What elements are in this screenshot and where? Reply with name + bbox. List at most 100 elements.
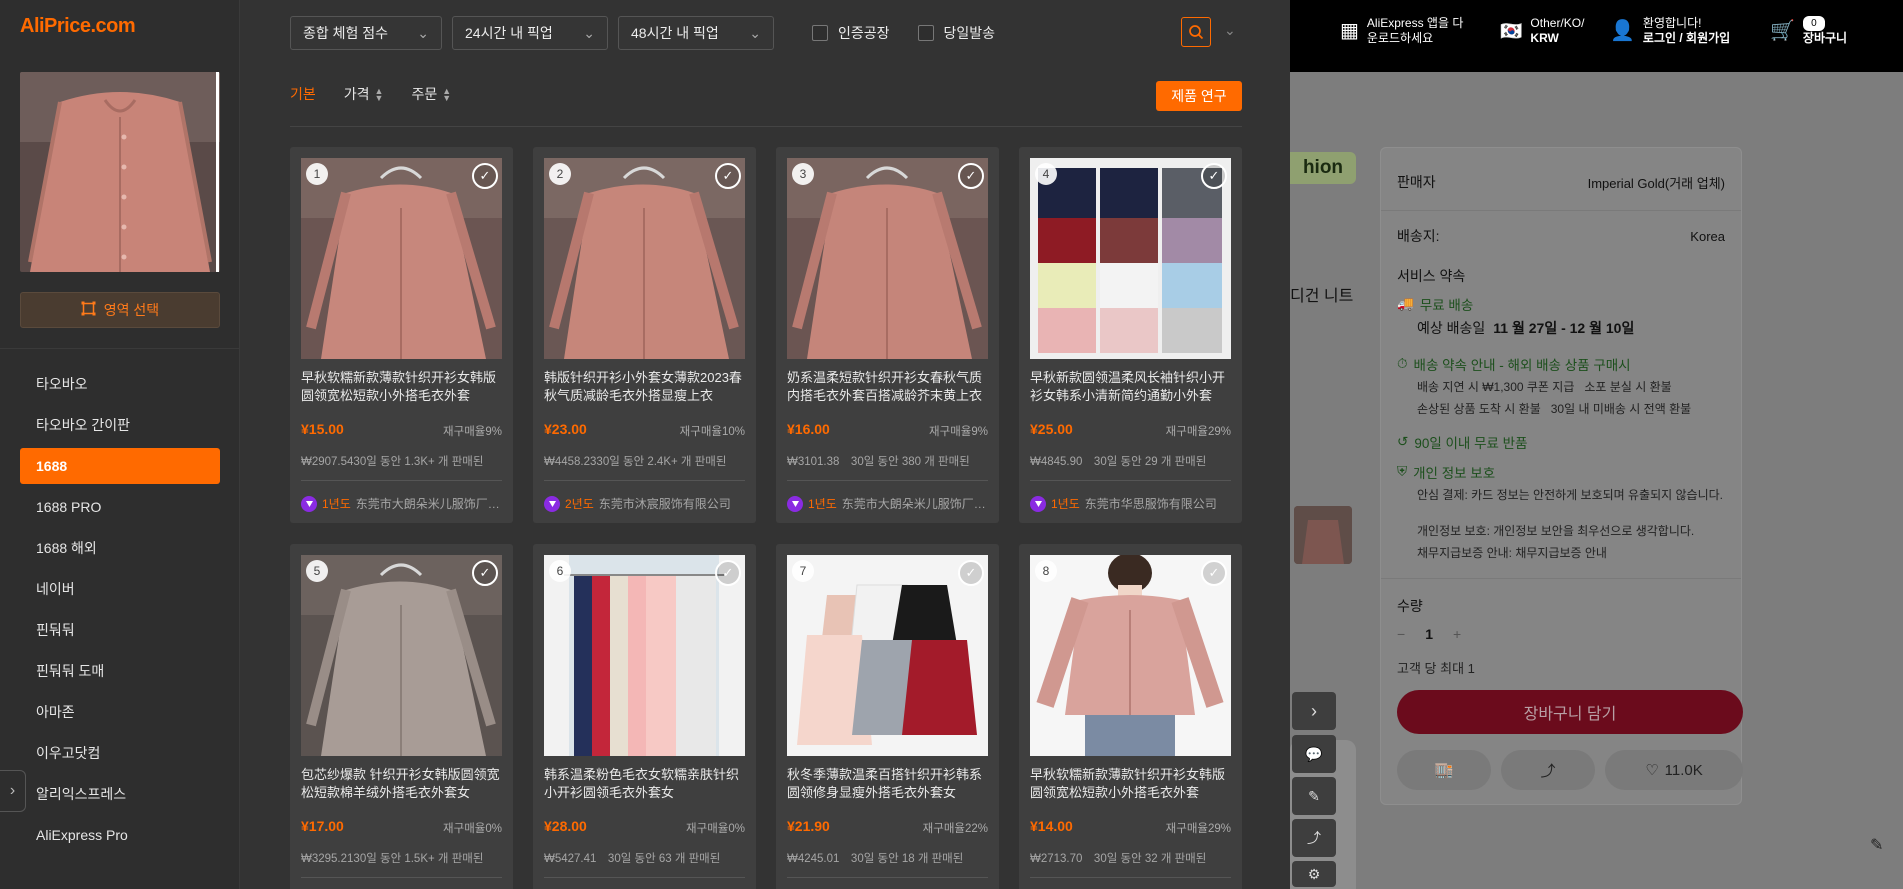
side-settings-button[interactable]: ⚙ [1292, 861, 1336, 887]
sales-info: ₩2907.5430일 동안 1.3K+ 개 판매된 [301, 456, 484, 468]
product-card[interactable]: 1 ✓ 早秋软糯新款薄款针织开衫女韩版圆领宽松短款小外搭毛衣外套 ¥15.00 … [290, 147, 513, 523]
qty-plus[interactable]: + [1453, 626, 1461, 642]
sidebar-item-1688-overseas[interactable]: 1688 해외 [20, 530, 220, 566]
shop-info[interactable]: 1년도 东莞市大朗朵米儿服饰厂（个体工商户） [787, 495, 988, 512]
side-share-button[interactable]: ⤴ [1292, 819, 1336, 857]
product-title[interactable]: 韩系温柔粉色毛衣女软糯亲肤针织小开衫圆领毛衣外套女 [544, 766, 745, 802]
seller-value[interactable]: Imperial Gold(거래 업체) [1588, 173, 1725, 192]
certified-factory-checkbox[interactable]: 인증공장 [812, 23, 890, 43]
product-price: ¥25.00 [1030, 421, 1073, 437]
sidebar-item-pinduoduo[interactable]: 핀둬둬 [20, 612, 220, 648]
sidebar-expand-tab[interactable]: › [0, 770, 26, 812]
select-check-icon[interactable]: ✓ [715, 560, 741, 586]
sidebar-item-aliexpress-pro[interactable]: AliExpress Pro [20, 817, 220, 853]
product-card[interactable]: 3 ✓ 奶系温柔短款针织开衫女春秋气质内搭毛衣外套百搭减龄芥末黄上衣 ¥16.0… [776, 147, 999, 523]
search-results-panel: 종합 체험 점수 ⌄ 24시간 내 픽업 ⌄ 48시간 내 픽업 ⌄ 인증공장 당일발… [240, 0, 1290, 889]
product-card[interactable]: 8 ✓ 早秋软糯新款薄款针织开衫女韩版圆领宽松短款小外搭毛衣外套 ¥14.00 … [1019, 544, 1242, 889]
select-check-icon[interactable]: ✓ [715, 163, 741, 189]
filter-expand-chevron-icon[interactable]: ⌄ [1224, 22, 1236, 39]
side-edit-button[interactable]: ✎ [1292, 777, 1336, 815]
shop-info[interactable]: 1년도 东莞市大朗朵米儿服饰厂（个体工商户） [301, 495, 502, 512]
product-research-button[interactable]: 제품 연구 [1156, 81, 1242, 111]
sort-tab-order[interactable]: 주문 ▲ ▼ [411, 84, 451, 104]
sidebar-item-aliexpress[interactable]: 알리익스프레스 [20, 776, 220, 812]
qty-minus[interactable]: − [1397, 626, 1405, 642]
sidebar-item-pinduoduo-wholesale[interactable]: 핀둬둬 도매 [20, 653, 220, 689]
crop-icon [81, 301, 96, 319]
search-button[interactable] [1181, 17, 1211, 47]
checkbox-box[interactable] [917, 25, 934, 41]
product-price: ¥17.00 [301, 818, 344, 834]
sidebar-item-taobao[interactable]: 타오바오 [20, 366, 220, 402]
product-image[interactable] [301, 555, 502, 756]
product-image[interactable] [1030, 158, 1231, 359]
sidebar-item-label: 1688 [36, 458, 68, 474]
side-chat-button[interactable]: 💬 [1292, 735, 1336, 773]
select-check-icon[interactable]: ✓ [958, 163, 984, 189]
sidebar-item-naver[interactable]: 네이버 [20, 571, 220, 607]
product-title[interactable]: 早秋软糯新款薄款针织开衫女韩版圆领宽松短款小外搭毛衣外套 [1030, 766, 1231, 802]
login-link[interactable]: 로그인 / 회원가입 [1643, 31, 1730, 46]
product-card[interactable]: 4 ✓ 早秋新款圆领温柔风长袖针织小开衫女韩系小清新简约通勤小外套 ¥25.00… [1019, 147, 1242, 523]
sort-tab-price[interactable]: 가격 ▲ ▼ [344, 84, 384, 104]
select-check-icon[interactable]: ✓ [958, 560, 984, 586]
side-next-button[interactable]: › [1292, 692, 1336, 730]
product-card[interactable]: 2 ✓ 韩版针织开衫小外套女薄款2023春秋气质减龄毛衣外搭显瘦上衣 ¥23.0… [533, 147, 756, 523]
region-text: Other/KO/ [1530, 16, 1585, 30]
aliprice-logo[interactable]: AliPrice.com [20, 15, 136, 38]
shop-info[interactable]: 2년도 东莞市沐宸服饰有限公司 [544, 495, 745, 512]
qty-value[interactable]: 1 [1425, 626, 1433, 642]
sort-score-select[interactable]: 종합 체험 점수 ⌄ [290, 16, 442, 50]
user-icon: 👤 [1610, 19, 1635, 42]
product-title[interactable]: 早秋新款圆领温柔风长袖针织小开衫女韩系小清新简约通勤小外套 [1030, 369, 1231, 405]
product-image[interactable] [544, 555, 745, 756]
pickup-24h-select[interactable]: 24시간 내 픽업 ⌄ [452, 16, 608, 50]
sidebar-item-1688-pro[interactable]: 1688 PRO [20, 489, 220, 525]
product-image[interactable] [1030, 555, 1231, 756]
region-select-label: 영역 선택 [103, 302, 160, 318]
product-card[interactable]: 7 ✓ 秋冬季薄款温柔百搭针织开衫韩系圆领修身显瘦外搭毛衣外套女 ¥21.90 … [776, 544, 999, 889]
add-to-cart-button[interactable]: 장바구니 담기 [1397, 690, 1743, 734]
product-title[interactable]: 韩版针织开衫小外套女薄款2023春秋气质减龄毛衣外搭显瘦上衣 [544, 369, 745, 405]
sidebar-item-label: AliExpress Pro [36, 827, 128, 843]
product-title[interactable]: 早秋软糯新款薄款针织开衫女韩版圆领宽松短款小外搭毛衣外套 [301, 369, 502, 405]
product-image[interactable] [544, 158, 745, 359]
sidebar-item-amazon[interactable]: 아마존 [20, 694, 220, 730]
store-button[interactable]: 🏬 [1397, 750, 1491, 790]
sidebar-item-taobao-lite[interactable]: 타오바오 간이판 [20, 407, 220, 443]
product-image[interactable] [787, 555, 988, 756]
region-select-button[interactable]: 영역 선택 [20, 292, 220, 328]
ship-to-value[interactable]: Korea [1690, 229, 1725, 244]
select-check-icon[interactable]: ✓ [1201, 560, 1227, 586]
result-rank: 5 [306, 560, 328, 582]
app-download[interactable]: ▦ AliExpress 앱을 다운로드하세요 [1340, 16, 1472, 46]
pickup-48h-select[interactable]: 48시간 내 픽업 ⌄ [618, 16, 774, 50]
product-title[interactable]: 包芯纱爆款 针织开衫女韩版圆领宽松短款棉羊绒外搭毛衣外套女 [301, 766, 502, 802]
product-image[interactable] [787, 158, 988, 359]
background-thumb[interactable] [1294, 506, 1352, 564]
same-day-shipping-checkbox[interactable]: 당일발송 [917, 23, 995, 43]
repurchase-rate: 재구매율9% [929, 426, 988, 438]
select-check-icon[interactable]: ✓ [472, 560, 498, 586]
product-image[interactable] [301, 158, 502, 359]
repurchase-rate: 재구매율22% [922, 823, 988, 835]
product-title[interactable]: 秋冬季薄款温柔百搭针织开衫韩系圆领修身显瘦外搭毛衣外套女 [787, 766, 988, 802]
region-currency[interactable]: 🇰🇷 Other/KO/KRW [1500, 16, 1584, 46]
shop-info[interactable]: 1년도 东莞市华思服饰有限公司 [1030, 495, 1231, 512]
wishlist-button[interactable]: ♡ 11.0K [1605, 750, 1743, 790]
free-shipping[interactable]: 무료 배송 [1420, 294, 1473, 314]
share-button[interactable]: ⤴ [1501, 750, 1595, 790]
sidebar-item-1688[interactable]: 1688 [20, 448, 220, 484]
product-title[interactable]: 奶系温柔短款针织开衫女春秋气质内搭毛衣外套百搭减龄芥末黄上衣 [787, 369, 988, 405]
sort-tab-basic[interactable]: 기본 [290, 84, 316, 104]
feedback-icon[interactable]: ✎ [1870, 835, 1883, 855]
select-check-icon[interactable]: ✓ [1201, 163, 1227, 189]
account-menu[interactable]: 👤 환영합니다! 로그인 / 회원가입 [1610, 16, 1730, 46]
cart-link[interactable]: 🛒 0 장바구니 [1770, 16, 1847, 46]
product-card[interactable]: 6 ✓ 韩系温柔粉色毛衣女软糯亲肤针织小开衫圆领毛衣外套女 ¥28.00 재구매… [533, 544, 756, 889]
select-check-icon[interactable]: ✓ [472, 163, 498, 189]
promise-1: 배송 지연 시 ₩1,300 쿠폰 지급 [1417, 380, 1575, 394]
sidebar-item-yiwugo[interactable]: 이우고닷컴 [20, 735, 220, 771]
checkbox-box[interactable] [812, 25, 828, 41]
product-card[interactable]: 5 ✓ 包芯纱爆款 针织开衫女韩版圆领宽松短款棉羊绒外搭毛衣外套女 ¥17.00… [290, 544, 513, 889]
